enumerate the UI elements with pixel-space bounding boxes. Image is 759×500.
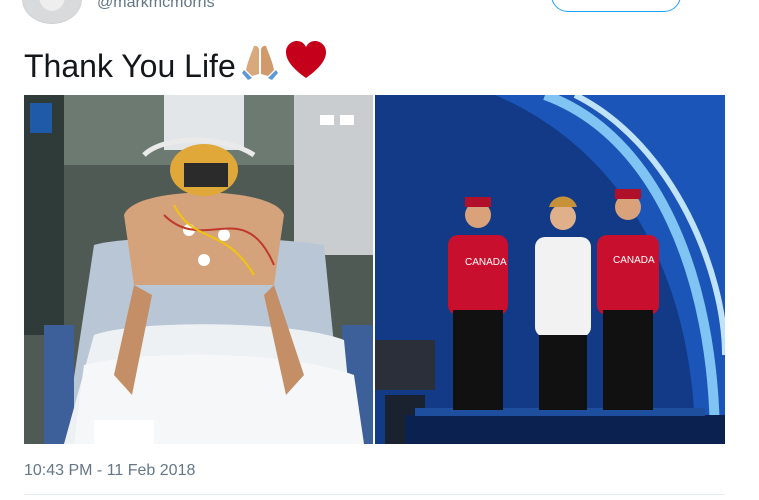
follow-button[interactable]: [551, 0, 681, 12]
divider: [24, 494, 725, 495]
red-heart-icon: [284, 40, 328, 91]
folded-hands-icon: [240, 40, 280, 91]
tweet-timestamp[interactable]: 10:43 PM - 11 Feb 2018: [24, 462, 195, 480]
hospital-bed-photo[interactable]: [24, 95, 373, 444]
user-handle[interactable]: @markmcmorris: [97, 0, 215, 12]
jacket-text-right: CANADA: [613, 255, 655, 266]
tweet-text: Thank You Life: [24, 40, 328, 91]
tweet-text-content: Thank You Life: [24, 47, 236, 84]
tweet-media[interactable]: CANADA CANADA: [24, 95, 725, 444]
jacket-text-left: CANADA: [465, 257, 507, 268]
profile-avatar[interactable]: [22, 0, 82, 24]
olympic-podium-photo[interactable]: CANADA CANADA: [375, 95, 725, 444]
avatar-face: [39, 0, 65, 11]
